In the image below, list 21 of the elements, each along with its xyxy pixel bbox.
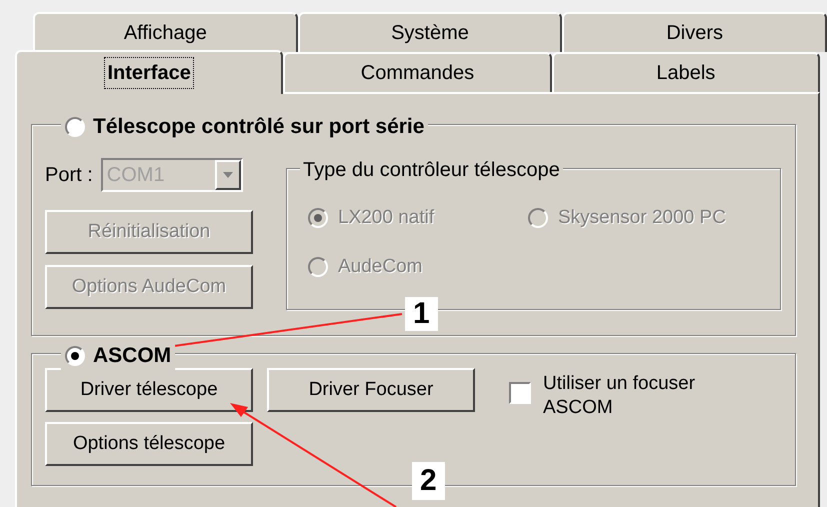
push-button[interactable]: Driver Focuser [267,368,475,412]
annotation-number: 2 [412,462,445,500]
tab[interactable]: Système [298,12,562,52]
radio-button[interactable] [65,116,85,137]
radio-label: AudeCom [338,254,422,278]
group-label: Télescope contrôlé sur port série [93,114,424,140]
push-button[interactable]: Options télescope [45,422,253,466]
group-label: ASCOM [93,343,172,369]
radio-label: LX200 natif [338,206,434,230]
tab[interactable]: Divers [562,12,827,52]
tab[interactable]: Interface [15,50,284,94]
push-button[interactable]: Driver télescope [45,368,253,412]
radio-label: Skysensor 2000 PC [558,206,726,230]
tab[interactable]: Affichage [33,12,298,52]
tab[interactable]: Labels [552,52,820,92]
radio-button[interactable] [65,346,85,366]
annotation-number: 1 [405,297,438,331]
checkbox[interactable] [509,382,531,404]
port-label: Port : [45,163,93,188]
checkbox-label: Utiliser un focuser ASCOM [543,372,696,420]
tab[interactable]: Commandes [283,52,552,92]
